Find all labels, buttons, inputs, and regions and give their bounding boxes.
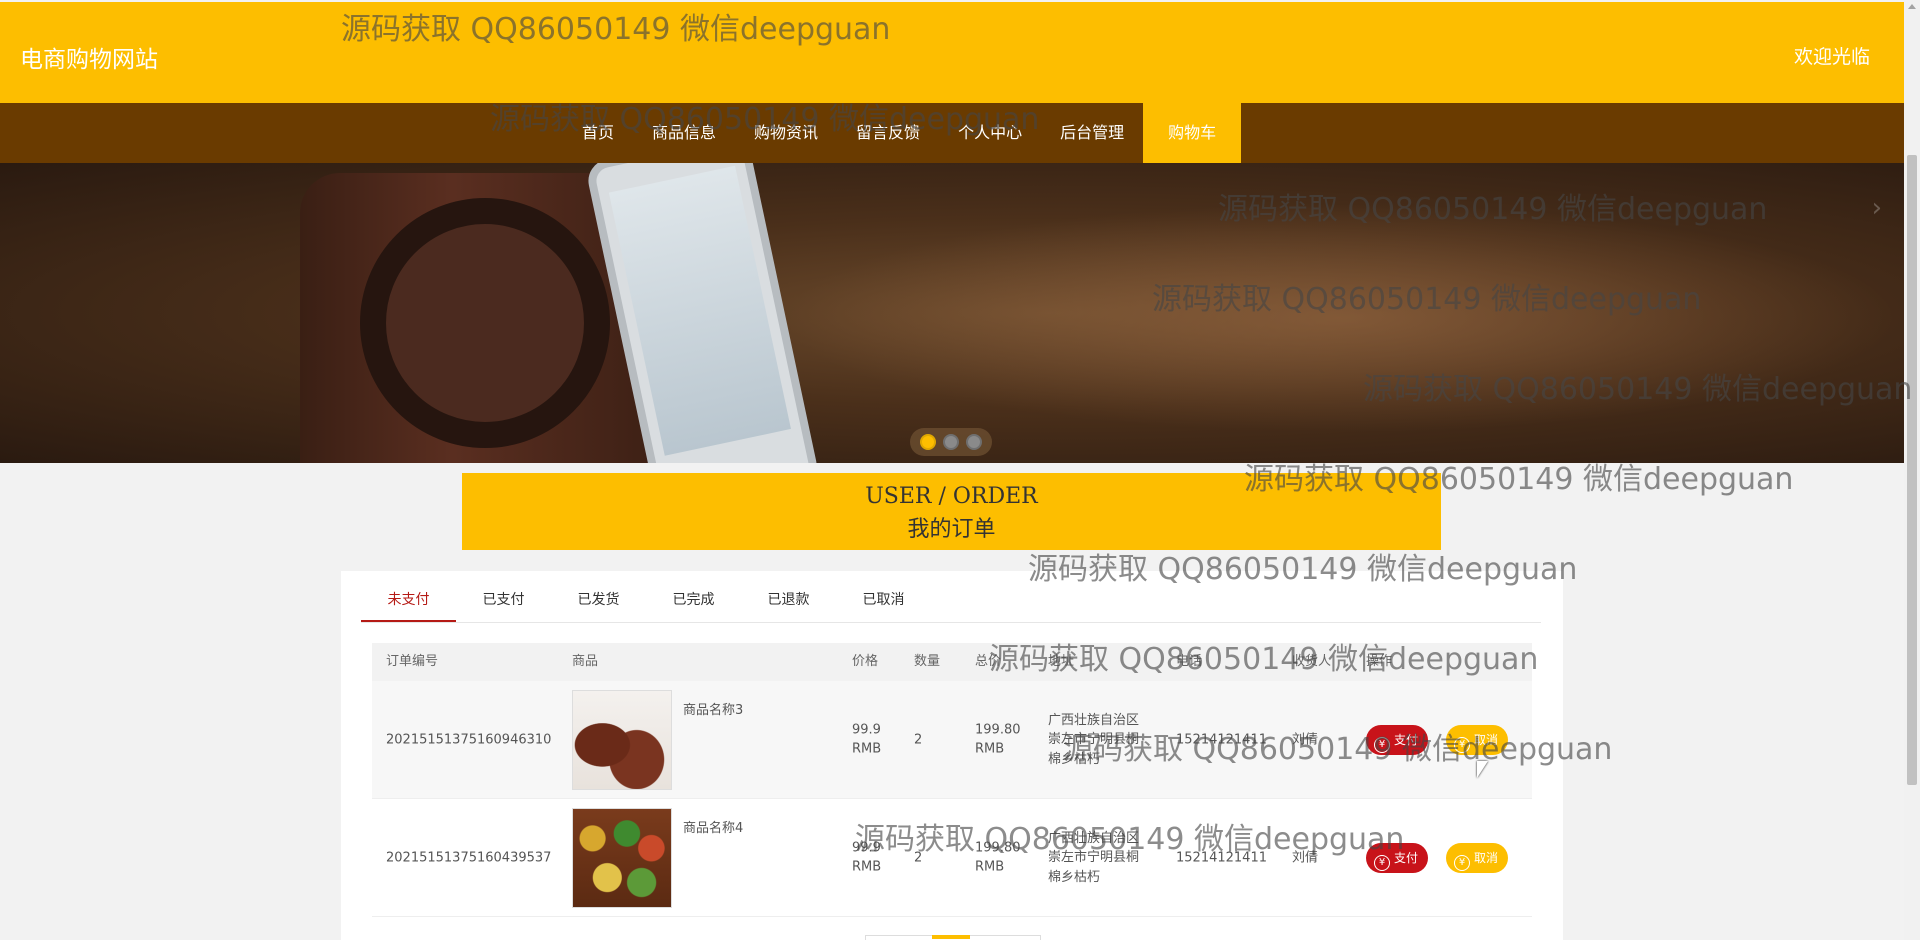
order-table: 订单编号 商品 价格 数量 总价 地址 电话 收货人 操作 2021515137… — [372, 643, 1532, 917]
carousel-indicators — [910, 428, 992, 456]
address-line: 棉乡枯朽 — [1048, 869, 1101, 885]
tab-unpaid[interactable]: 未支付 — [361, 585, 456, 622]
cancel-button[interactable]: ¥ 取消 — [1446, 725, 1509, 755]
order-number: 20215151375160946310 — [386, 731, 552, 747]
pagination-current[interactable] — [932, 935, 970, 939]
receiver-name: 刘倩 — [1292, 849, 1319, 865]
yen-icon: ¥ — [1374, 855, 1390, 871]
quantity: 2 — [914, 849, 923, 865]
phone-number: 15214121411 — [1176, 849, 1267, 865]
total-value: 199.80 — [975, 722, 1021, 737]
welcome-text: 欢迎光临 — [1793, 46, 1870, 68]
product-thumbnail[interactable] — [572, 690, 672, 790]
scroll-up-icon[interactable] — [1908, 4, 1916, 9]
tab-completed[interactable]: 已完成 — [646, 585, 741, 622]
table-row: 20215151375160946310 商品名称3 99.9 RMB 2 19… — [372, 681, 1532, 799]
nav-item-home[interactable]: 首页 — [563, 103, 633, 163]
nav-item-profile[interactable]: 个人中心 — [939, 103, 1041, 163]
scroll-thumb[interactable] — [1907, 155, 1917, 785]
nav-item-products[interactable]: 商品信息 — [633, 103, 735, 163]
section-title-cn: 我的订单 — [907, 517, 996, 542]
price-value: 99.9 — [852, 840, 881, 855]
nav-item-cart[interactable]: 购物车 — [1143, 103, 1242, 163]
top-header: 电商购物网站 欢迎光临 — [0, 2, 1904, 103]
product-name[interactable]: 商品名称3 — [683, 701, 743, 721]
cancel-button[interactable]: ¥ 取消 — [1446, 843, 1509, 873]
yen-icon: ¥ — [1454, 855, 1470, 871]
price-value: 99.9 — [852, 722, 881, 737]
banner-carousel[interactable]: › — [0, 163, 1904, 463]
section-title: USER / ORDER 我的订单 — [462, 473, 1441, 550]
address-line: 广西壮族自治区 — [1048, 830, 1140, 846]
product-name[interactable]: 商品名称4 — [683, 819, 743, 839]
tab-cancelled[interactable]: 已取消 — [836, 585, 931, 622]
table-row: 20215151375160439537 商品名称4 99.9 RMB 2 19… — [372, 799, 1532, 917]
tab-paid[interactable]: 已支付 — [456, 585, 551, 622]
col-phone: 电话 — [1176, 654, 1203, 669]
total-unit: RMB — [975, 741, 1005, 757]
col-order-no: 订单编号 — [386, 654, 439, 669]
main-nav: 首页 商品信息 购物资讯 留言反馈 个人中心 后台管理 购物车 — [0, 103, 1904, 163]
address-line: 崇左市宁明县桐 — [1048, 849, 1140, 865]
carousel-dot-3[interactable] — [966, 434, 983, 450]
carousel-dot-2[interactable] — [942, 434, 959, 450]
pay-button[interactable]: ¥ 支付 — [1366, 843, 1429, 873]
nav-item-news[interactable]: 购物资讯 — [735, 103, 837, 163]
col-actions: 操作 — [1366, 654, 1393, 669]
address-line: 广西壮族自治区 — [1048, 712, 1140, 728]
col-total: 总价 — [975, 654, 1002, 669]
address-line: 棉乡枯朽 — [1048, 751, 1101, 767]
pagination[interactable] — [865, 935, 1041, 940]
address-line: 崇左市宁明县桐 — [1048, 731, 1140, 747]
order-status-tabs: 未支付 已支付 已发货 已完成 已退款 已取消 — [361, 585, 1541, 623]
tab-shipped[interactable]: 已发货 — [551, 585, 646, 622]
carousel-dot-1[interactable] — [919, 434, 936, 450]
col-product: 商品 — [572, 654, 599, 669]
chevron-right-icon[interactable]: › — [1872, 193, 1882, 223]
nav-item-feedback[interactable]: 留言反馈 — [837, 103, 939, 163]
nav-item-admin[interactable]: 后台管理 — [1041, 103, 1143, 163]
site-title[interactable]: 电商购物网站 — [20, 40, 158, 74]
total-unit: RMB — [975, 859, 1005, 875]
col-qty: 数量 — [914, 654, 941, 669]
banner-image-background — [780, 203, 1900, 433]
price-unit: RMB — [852, 741, 882, 757]
col-address: 地址 — [1048, 654, 1075, 669]
total-value: 199.80 — [975, 840, 1021, 855]
section-title-en: USER / ORDER — [865, 484, 1038, 509]
order-panel: 未支付 已支付 已发货 已完成 已退款 已取消 订单编号 商品 价格 数量 总价… — [341, 571, 1563, 940]
price-unit: RMB — [852, 859, 882, 875]
quantity: 2 — [914, 731, 923, 747]
yen-icon: ¥ — [1454, 737, 1470, 753]
product-thumbnail[interactable] — [572, 808, 672, 908]
table-header: 订单编号 商品 价格 数量 总价 地址 电话 收货人 操作 — [372, 643, 1532, 681]
page-scrollbar[interactable] — [1904, 0, 1920, 940]
page: 电商购物网站 欢迎光临 首页 商品信息 购物资讯 留言反馈 个人中心 后台管理 … — [0, 0, 1920, 940]
yen-icon: ¥ — [1374, 737, 1390, 753]
phone-number: 15214121411 — [1176, 731, 1267, 747]
col-price: 价格 — [852, 654, 879, 669]
tab-refunded[interactable]: 已退款 — [741, 585, 836, 622]
mouse-cursor — [1477, 761, 1488, 778]
receiver-name: 刘倩 — [1292, 731, 1319, 747]
pay-button[interactable]: ¥ 支付 — [1366, 725, 1429, 755]
col-receiver: 收货人 — [1292, 654, 1332, 669]
order-number: 20215151375160439537 — [386, 849, 552, 865]
